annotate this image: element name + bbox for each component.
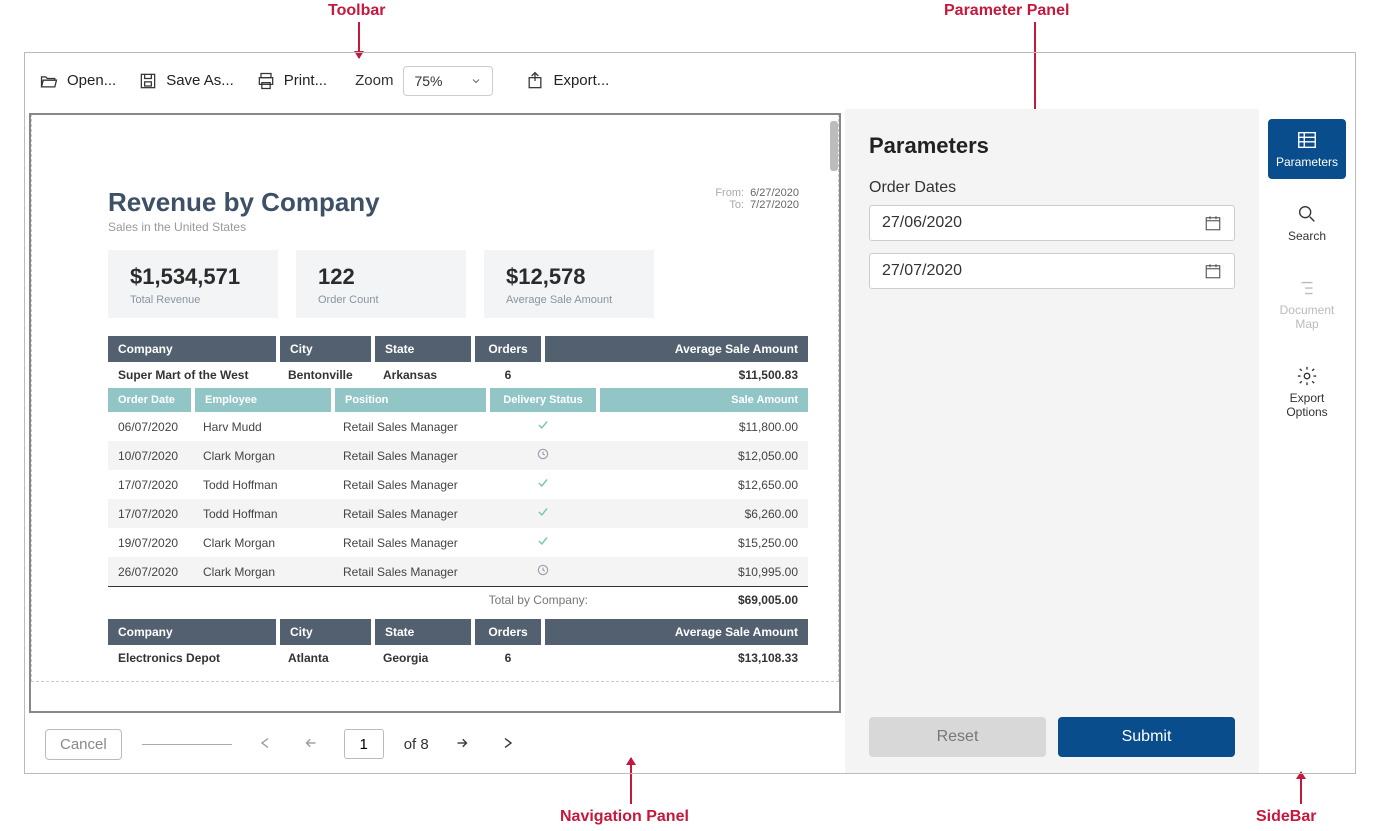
table-row: 19/07/2020Clark MorganRetail Sales Manag… bbox=[108, 528, 808, 557]
document-map-icon bbox=[1296, 277, 1318, 299]
sidebar: Parameters Search Document Map Export Op… bbox=[1259, 109, 1355, 773]
zoom-label: Zoom bbox=[355, 72, 393, 89]
report-table: Company City State Orders Average Sale A… bbox=[108, 336, 808, 671]
annotation-sidebar-label: SideBar bbox=[1256, 808, 1316, 826]
next-page-button[interactable] bbox=[449, 730, 475, 759]
table-row: 17/07/2020Todd HoffmanRetail Sales Manag… bbox=[108, 470, 808, 499]
report-subtitle: Sales in the United States bbox=[108, 220, 798, 234]
toolbar: Open... Save As... Print... Zoom 75% Exp… bbox=[25, 53, 1355, 109]
cancel-button[interactable]: Cancel bbox=[45, 729, 122, 760]
prev-page-button[interactable] bbox=[298, 730, 324, 759]
sidebar-item-parameters[interactable]: Parameters bbox=[1268, 119, 1346, 179]
date-from-input[interactable]: 27/06/2020 bbox=[869, 205, 1235, 241]
date-to-input[interactable]: 27/07/2020 bbox=[869, 253, 1235, 289]
annotation-toolbar-label: Toolbar bbox=[328, 2, 385, 20]
last-page-button[interactable] bbox=[495, 730, 521, 759]
report-viewer: From:6/27/2020 To:7/27/2020 Revenue by C… bbox=[25, 109, 845, 773]
reset-button[interactable]: Reset bbox=[869, 717, 1046, 757]
page-number-input[interactable] bbox=[344, 729, 384, 759]
table-row: 10/07/2020Clark MorganRetail Sales Manag… bbox=[108, 441, 808, 470]
kpi-card: $1,534,571Total Revenue bbox=[108, 250, 278, 318]
kpi-row: $1,534,571Total Revenue 122Order Count $… bbox=[32, 234, 838, 318]
open-label: Open... bbox=[67, 72, 116, 89]
table-row: 06/07/2020Harv MuddRetail Sales Manager$… bbox=[108, 412, 808, 441]
company-row: Electronics Depot Atlanta Georgia 6 $13,… bbox=[108, 645, 808, 671]
sidebar-item-search[interactable]: Search bbox=[1268, 193, 1346, 253]
nav-divider bbox=[142, 744, 232, 745]
calendar-icon bbox=[1204, 214, 1222, 232]
submit-button[interactable]: Submit bbox=[1058, 717, 1235, 757]
folder-open-icon bbox=[39, 71, 59, 91]
table-row: 26/07/2020Clark MorganRetail Sales Manag… bbox=[108, 557, 808, 587]
sidebar-item-document-map: Document Map bbox=[1268, 267, 1346, 341]
kpi-card: 122Order Count bbox=[296, 250, 466, 318]
print-button[interactable]: Print... bbox=[256, 71, 327, 91]
zoom-select[interactable]: 75% bbox=[403, 66, 493, 96]
export-button[interactable]: Export... bbox=[525, 71, 609, 91]
parameters-icon bbox=[1296, 129, 1318, 151]
navigation-panel: Cancel of 8 bbox=[25, 715, 845, 773]
print-icon bbox=[256, 71, 276, 91]
save-icon bbox=[138, 71, 158, 91]
kpi-card: $12,578Average Sale Amount bbox=[484, 250, 654, 318]
export-label: Export... bbox=[553, 72, 609, 89]
first-page-button[interactable] bbox=[252, 730, 278, 759]
calendar-icon bbox=[1204, 262, 1222, 280]
annotation-nav-label: Navigation Panel bbox=[560, 808, 689, 826]
annotation-param-label: Parameter Panel bbox=[944, 2, 1069, 20]
print-label: Print... bbox=[284, 72, 327, 89]
parameters-title: Parameters bbox=[869, 133, 1235, 159]
report-page: From:6/27/2020 To:7/27/2020 Revenue by C… bbox=[29, 113, 841, 713]
company-row: Super Mart of the West Bentonville Arkan… bbox=[108, 362, 808, 388]
report-date-range: From:6/27/2020 To:7/27/2020 bbox=[715, 187, 799, 211]
open-button[interactable]: Open... bbox=[39, 71, 116, 91]
gear-icon bbox=[1296, 365, 1318, 387]
scrollbar[interactable] bbox=[829, 115, 839, 711]
app-frame: Open... Save As... Print... Zoom 75% Exp… bbox=[24, 52, 1356, 774]
page-of-label: of 8 bbox=[404, 736, 429, 753]
order-dates-label: Order Dates bbox=[869, 179, 1235, 197]
search-icon bbox=[1296, 203, 1318, 225]
zoom-value: 75% bbox=[414, 73, 442, 89]
save-as-label: Save As... bbox=[166, 72, 234, 89]
parameter-panel: Parameters Order Dates 27/06/2020 27/07/… bbox=[845, 109, 1259, 773]
chevron-down-icon bbox=[470, 75, 482, 87]
annotation-sidebar-arrow bbox=[1300, 772, 1302, 804]
sidebar-item-export-options[interactable]: Export Options bbox=[1268, 355, 1346, 429]
table-row: 17/07/2020Todd HoffmanRetail Sales Manag… bbox=[108, 499, 808, 528]
export-icon bbox=[525, 71, 545, 91]
report-title: Revenue by Company bbox=[108, 187, 798, 218]
save-as-button[interactable]: Save As... bbox=[138, 71, 234, 91]
